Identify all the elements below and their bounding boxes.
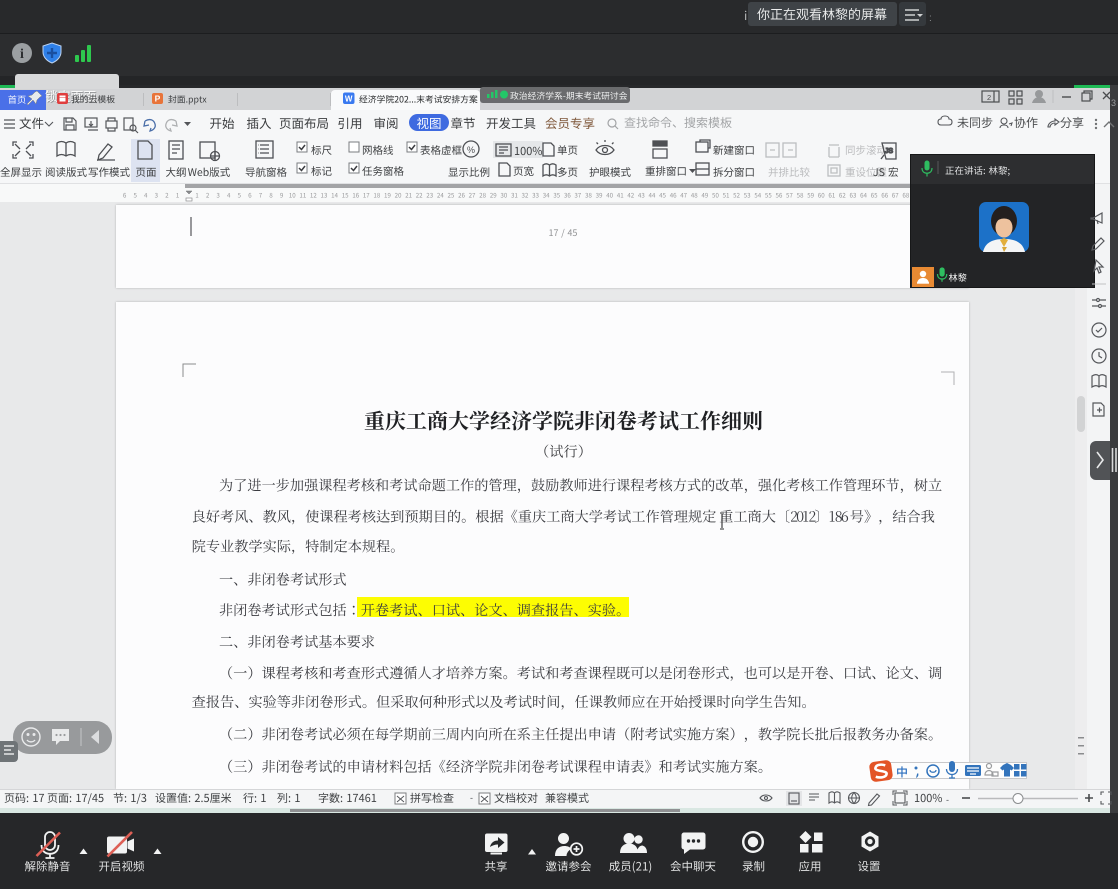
svg-text:-: -	[470, 793, 473, 803]
svg-text:P: P	[155, 94, 161, 104]
svg-text:W: W	[345, 95, 353, 104]
svg-text:i: i	[20, 47, 24, 62]
svg-text:3: 3	[1111, 98, 1116, 108]
svg-text:%: %	[467, 145, 475, 155]
svg-text:JS: JS	[885, 148, 894, 155]
svg-text:2: 2	[987, 93, 991, 102]
svg-text:-: -	[946, 795, 949, 805]
svg-text::: :	[929, 13, 932, 24]
